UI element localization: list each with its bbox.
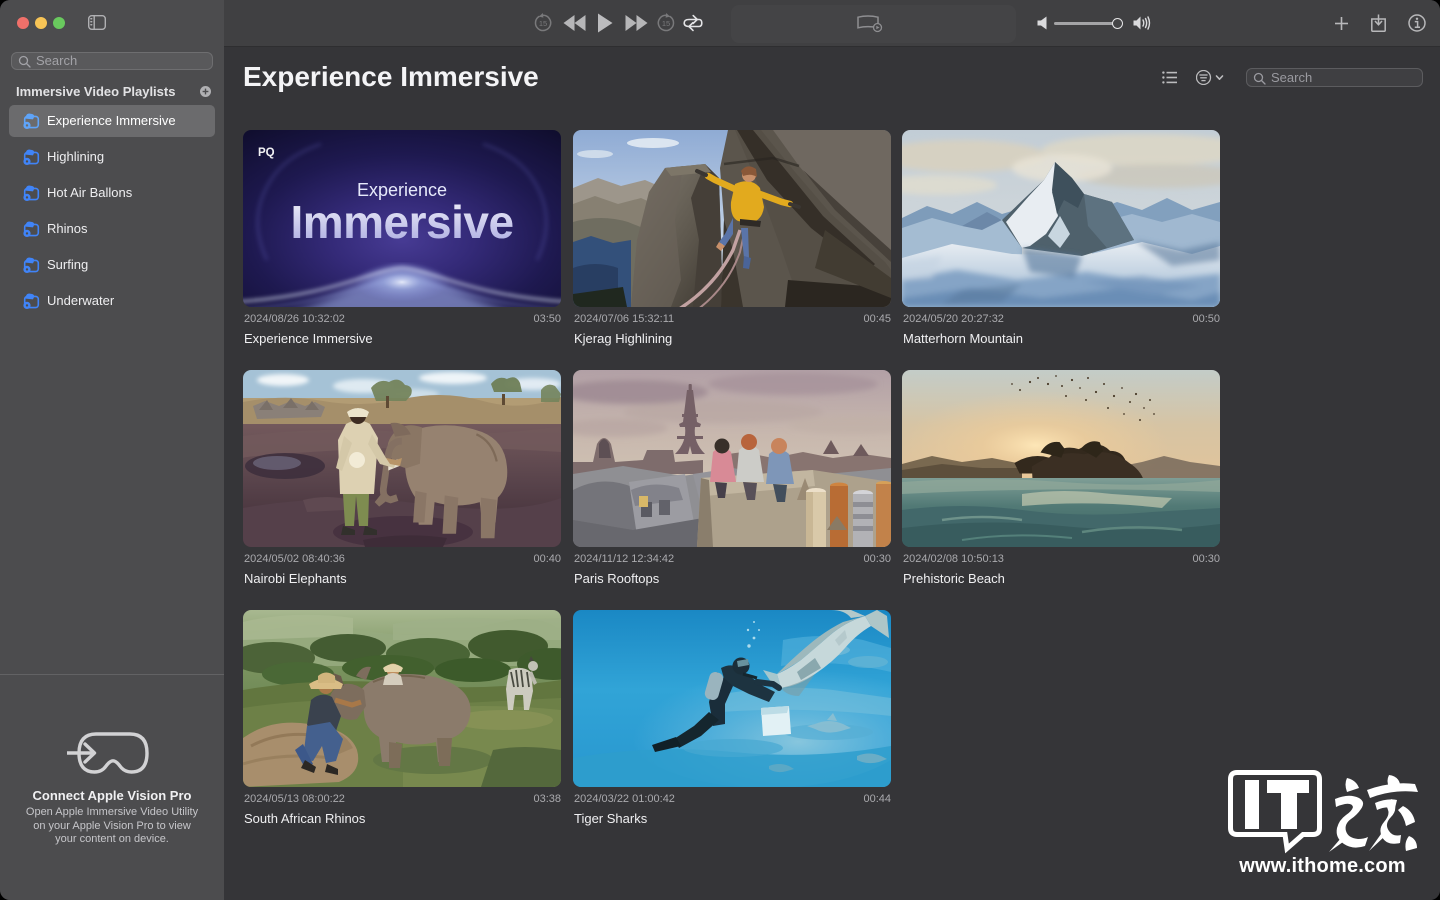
svg-text:15: 15: [539, 19, 547, 28]
svg-text:PQ: PQ: [258, 147, 275, 159]
svg-text:15: 15: [662, 19, 670, 28]
svg-text:Immersive: Immersive: [290, 196, 513, 248]
